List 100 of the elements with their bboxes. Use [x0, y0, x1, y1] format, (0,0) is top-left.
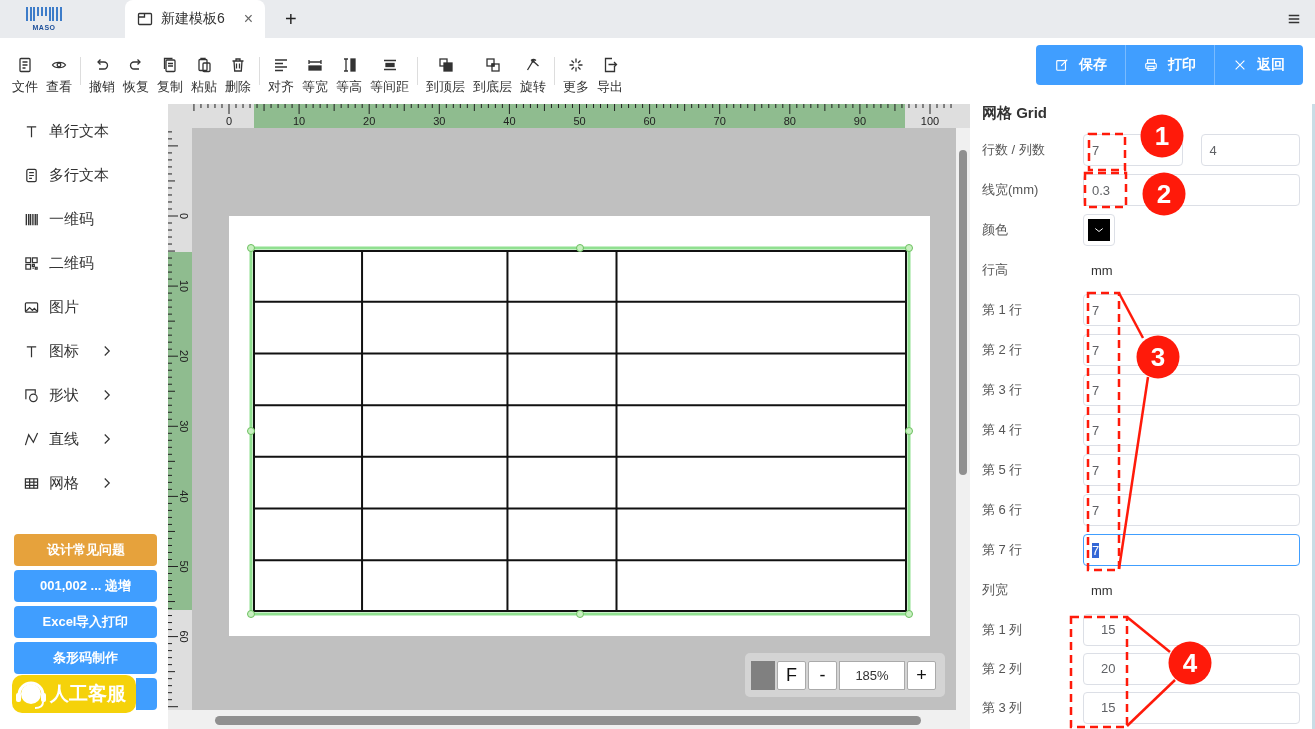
ruler-label: 40	[178, 490, 190, 503]
ruler-label: 20	[363, 115, 376, 127]
input-field[interactable]: 7	[1083, 414, 1300, 446]
field-label: 第 2 行	[982, 341, 1024, 359]
ruler-label: 10	[178, 280, 190, 293]
color-picker[interactable]	[1083, 214, 1115, 246]
field-label: 第 3 列	[982, 698, 1024, 717]
input-field[interactable]: 15	[1083, 691, 1300, 724]
ruler-label: 20	[178, 350, 190, 363]
copy-icon	[162, 56, 178, 73]
zoom-field[interactable]: 185%	[839, 660, 905, 690]
tab-label: 新建模板6	[161, 10, 225, 28]
toolbar-button[interactable]: 到底层	[469, 56, 516, 96]
input-field[interactable]: 7	[1083, 294, 1300, 326]
field-label: 列宽	[982, 581, 1009, 599]
toolbar-button[interactable]: 到顶层	[422, 56, 469, 96]
ruler-label: 90	[853, 115, 867, 127]
sidebar-item[interactable]: 一维码	[0, 197, 168, 241]
input-field[interactable]: 4	[1200, 134, 1300, 166]
sidebar-item[interactable]: 图片	[0, 285, 168, 329]
toolbar-button[interactable]: 恢复	[119, 56, 153, 96]
letter-t-icon	[24, 123, 39, 139]
sidebar-item[interactable]: 形状	[0, 373, 168, 417]
sidebar-item[interactable]: 网格	[0, 461, 168, 505]
field-label: 线宽(mm)	[982, 181, 1040, 199]
field-label: 行数 / 列数	[982, 141, 1046, 159]
export-icon	[602, 56, 618, 73]
sidebar-item[interactable]: 二维码	[0, 241, 168, 285]
vertical-scrollbar[interactable]	[956, 128, 970, 710]
field-label: 颜色	[982, 221, 1009, 239]
ruler-label: 80	[783, 115, 796, 127]
ruler-label: 40	[503, 115, 516, 127]
window-icon	[137, 11, 153, 27]
document-tab[interactable]: 新建模板6 ×	[125, 0, 265, 38]
toolbar-button[interactable]: 查看	[42, 56, 76, 96]
field-label: 第 1 行	[982, 301, 1024, 319]
fit-button[interactable]: F	[777, 660, 806, 690]
callout-badge: 4	[1168, 641, 1212, 685]
toolbar-button[interactable]: 等宽	[298, 56, 332, 96]
ruler-label: 50	[178, 560, 190, 573]
input-field[interactable]: 7	[1083, 494, 1300, 526]
horizontal-scrollbar[interactable]	[168, 710, 970, 729]
zoom-in-button[interactable]: +	[907, 660, 936, 690]
paste-icon	[196, 56, 212, 73]
ruler-label: 100	[920, 115, 940, 127]
bring-front-icon	[437, 56, 454, 73]
close-icon	[1233, 58, 1247, 72]
toolbar-button[interactable]: 文件	[8, 56, 42, 96]
ruler-label: 70	[713, 115, 726, 127]
toolbar-button[interactable]: 复制	[153, 56, 187, 96]
barcode-icon	[24, 211, 39, 227]
zoom-out-button[interactable]: -	[808, 660, 837, 690]
send-back-icon	[484, 56, 501, 73]
trash-icon	[230, 56, 246, 73]
toolbar-button[interactable]: 等间距	[366, 56, 413, 96]
toolbar-button[interactable]: 旋转	[516, 56, 550, 96]
field-label: 第 2 列	[982, 659, 1024, 678]
field-label: 行高	[982, 261, 1009, 279]
shapes-icon	[24, 387, 39, 403]
callout-badge: 2	[1142, 172, 1186, 216]
input-field[interactable]: 7	[1083, 454, 1300, 486]
image-icon	[24, 299, 39, 315]
toolbar-button[interactable]: 粘贴	[187, 56, 221, 96]
color-swatch[interactable]	[751, 660, 775, 690]
menu-icon[interactable]	[1287, 12, 1301, 26]
field-label: 第 1 列	[982, 620, 1024, 639]
sidebar-item[interactable]: 直线	[0, 417, 168, 461]
field-label: 第 6 行	[982, 501, 1024, 519]
ruler-label: 0	[225, 115, 233, 127]
document-icon	[17, 56, 33, 73]
unit-label: mm	[1090, 582, 1113, 598]
align-left-icon	[273, 56, 289, 73]
grid-table[interactable]	[247, 244, 913, 618]
panel-title: 网格 Grid	[982, 104, 1048, 123]
document-icon	[24, 167, 39, 183]
toolbar-button[interactable]: 撤销	[85, 56, 119, 96]
toolbar-button[interactable]: 更多	[559, 56, 593, 96]
ruler-label: 60	[178, 630, 190, 643]
toolbar-button[interactable]: 导出	[593, 56, 627, 96]
polyline-icon	[24, 431, 39, 447]
ruler-label: 10	[293, 115, 306, 127]
sidebar-item[interactable]: 单行文本	[0, 109, 168, 153]
edit-icon	[1054, 58, 1069, 72]
field-label: 第 7 行	[982, 541, 1024, 559]
sidebar-item[interactable]: 图标	[0, 329, 168, 373]
printer-icon	[1144, 58, 1158, 72]
toolbar-button[interactable]: 等高	[332, 56, 366, 96]
field-label: 第 5 行	[982, 461, 1024, 479]
tab-close-button[interactable]: ×	[243, 10, 253, 28]
sidebar-item[interactable]: 多行文本	[0, 153, 168, 197]
ruler-label: 30	[433, 115, 446, 127]
highlight-frame	[1083, 171, 1128, 209]
ruler-label: 30	[178, 420, 190, 433]
barcode-logo-icon	[24, 4, 64, 24]
toolbar-button[interactable]: 删除	[221, 56, 255, 96]
new-tab-button[interactable]: +	[281, 8, 301, 30]
field-label: 第 4 行	[982, 421, 1024, 439]
ruler-label: 0	[178, 212, 190, 220]
toolbar-button[interactable]: 对齐	[264, 56, 298, 96]
input-field[interactable]: 7	[1083, 534, 1300, 566]
